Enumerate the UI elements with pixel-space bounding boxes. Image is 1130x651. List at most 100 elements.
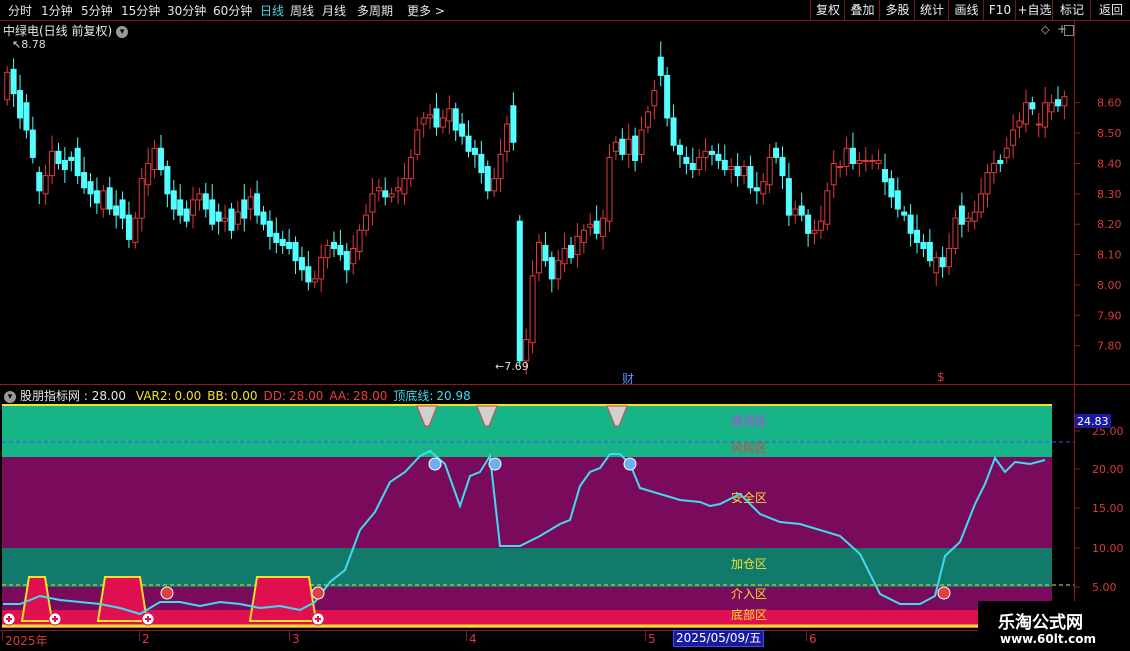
toolbar-button[interactable]: +自选: [1015, 0, 1053, 20]
candle-body: [984, 172, 991, 195]
candle-body: [100, 190, 107, 210]
candle-body: [849, 147, 856, 164]
candle-body: [42, 175, 49, 195]
candle-body: [747, 166, 754, 189]
period-tab[interactable]: 更多 >: [407, 2, 445, 19]
candle-body: [292, 241, 299, 262]
toolbar-button[interactable]: F10: [983, 0, 1016, 20]
indicator-value: 28.00: [91, 389, 127, 403]
candle-body: [946, 248, 953, 268]
low-price-label: ←7.69: [495, 360, 529, 373]
candle-body: [119, 199, 126, 219]
chevron-down-icon[interactable]: ▾: [116, 26, 129, 38]
candle-body: [132, 217, 139, 243]
period-tab[interactable]: 1分钟: [41, 2, 73, 19]
high-price-label: ↖8.78: [12, 38, 46, 51]
period-tab[interactable]: 分时: [8, 2, 32, 19]
period-tab[interactable]: 月线: [322, 2, 346, 19]
candle-body: [926, 241, 933, 262]
candle-body: [587, 223, 594, 228]
indicator-fields: VAR2: 0.00 BB: 0.00 DD: 28.00 AA: 28.00 顶底线: 20.9…: [130, 389, 471, 403]
candle-body: [696, 156, 703, 171]
x-tick-mark: [806, 631, 807, 641]
candle-body: [350, 248, 357, 265]
period-menu-bar: 分时 1分钟 5分钟 15分钟 30分钟 60分钟 日线 周线 月线 多周期 更多 > 复权 叠加 多股统…: [0, 0, 1130, 21]
candle-body: [465, 135, 472, 152]
candle-body: [157, 147, 164, 171]
candle-body: [330, 241, 337, 250]
axis-separator: [1074, 20, 1075, 630]
y-tick-label: 20.00: [1092, 463, 1124, 476]
candle-body: [1016, 120, 1023, 128]
candle-body: [446, 108, 453, 122]
maximize-icon[interactable]: [1064, 25, 1074, 36]
candle-body: [4, 71, 11, 101]
candle-body: [894, 190, 901, 210]
candle-body: [978, 193, 985, 213]
period-tab[interactable]: 多周期: [357, 2, 393, 19]
candle-body: [574, 235, 581, 256]
indicator-chart[interactable]: 逃顶区风险区安全区加仓区介入区底部区25.0020.0015.0010.005.…: [0, 385, 1130, 630]
candle-body: [792, 208, 799, 216]
candle-body: [427, 114, 434, 119]
candle-body: [93, 190, 100, 204]
toolbar-button[interactable]: 叠加: [844, 0, 880, 20]
y-tick-label: 7.90: [1097, 309, 1122, 322]
candle-body: [452, 108, 459, 131]
candle-body: [17, 90, 24, 119]
candle-body: [1035, 123, 1042, 126]
period-tab[interactable]: 60分钟: [213, 2, 252, 19]
candle-body: [1048, 102, 1055, 113]
zone-label: 介入区: [731, 587, 767, 601]
candle-body: [170, 190, 177, 210]
plus-circle-icon: [311, 612, 325, 626]
zone-band: [2, 405, 1052, 457]
buy-signal-icon: [160, 586, 174, 600]
candle-body: [939, 257, 946, 268]
candle-body: [305, 266, 312, 283]
candle-body: [247, 196, 254, 210]
diamond-icon[interactable]: ◇: [1041, 23, 1049, 36]
period-tab[interactable]: 30分钟: [167, 2, 206, 19]
toolbar-button[interactable]: 复权: [810, 0, 845, 20]
candle-body: [798, 205, 805, 216]
candle-body: [817, 220, 824, 231]
chevron-down-icon[interactable]: ▾: [4, 391, 16, 403]
x-tick-mark: [645, 631, 646, 641]
candle-body: [49, 150, 56, 177]
candle-body: [824, 190, 831, 225]
toolbar-button[interactable]: 统计: [914, 0, 949, 20]
x-tick-mark: [2, 631, 3, 641]
period-tab[interactable]: 周线: [290, 2, 314, 19]
candle-body: [503, 123, 510, 152]
zone-band: [2, 587, 1052, 610]
candle-body: [676, 144, 683, 155]
toolbar-button[interactable]: 画线: [948, 0, 984, 20]
candle-body: [138, 178, 145, 219]
price-chart-title: 中绿电(日线 前复权) ▾: [3, 22, 129, 39]
candle-body: [830, 162, 837, 186]
candle-body: [196, 193, 203, 201]
zone-label: 风险区: [731, 440, 767, 455]
candle-body: [395, 187, 402, 192]
candle-body: [337, 244, 344, 256]
period-tab[interactable]: 日线: [260, 2, 284, 19]
candle-body: [741, 166, 748, 177]
toolbar-button[interactable]: 多股: [879, 0, 915, 20]
candle-body: [190, 199, 197, 216]
candle-body: [990, 162, 997, 174]
price-chart[interactable]: 8.60 8.50 8.40 8.30 8.20 8.10 8.00 7.90 7.80: [0, 20, 1130, 384]
dividend-event-marker[interactable]: $: [937, 370, 945, 384]
plus-circle-icon: [2, 612, 16, 626]
buy-signal-icon: [311, 586, 325, 600]
period-tab[interactable]: 15分钟: [121, 2, 160, 19]
period-tab[interactable]: 5分钟: [81, 2, 113, 19]
candle-body: [228, 208, 235, 231]
toolbar-button[interactable]: 返回: [1090, 0, 1130, 20]
candle-body: [106, 187, 113, 210]
candle-body: [55, 150, 62, 164]
indicator-field: BB: 0.00: [207, 389, 258, 403]
indicator-title: ▾ 股朋指标网 : 28.00 VAR2: 0.00 BB: 0.00 DD: 28.00 A…: [4, 387, 471, 404]
toolbar-button[interactable]: 标记: [1052, 0, 1091, 20]
candle-body: [23, 102, 30, 131]
